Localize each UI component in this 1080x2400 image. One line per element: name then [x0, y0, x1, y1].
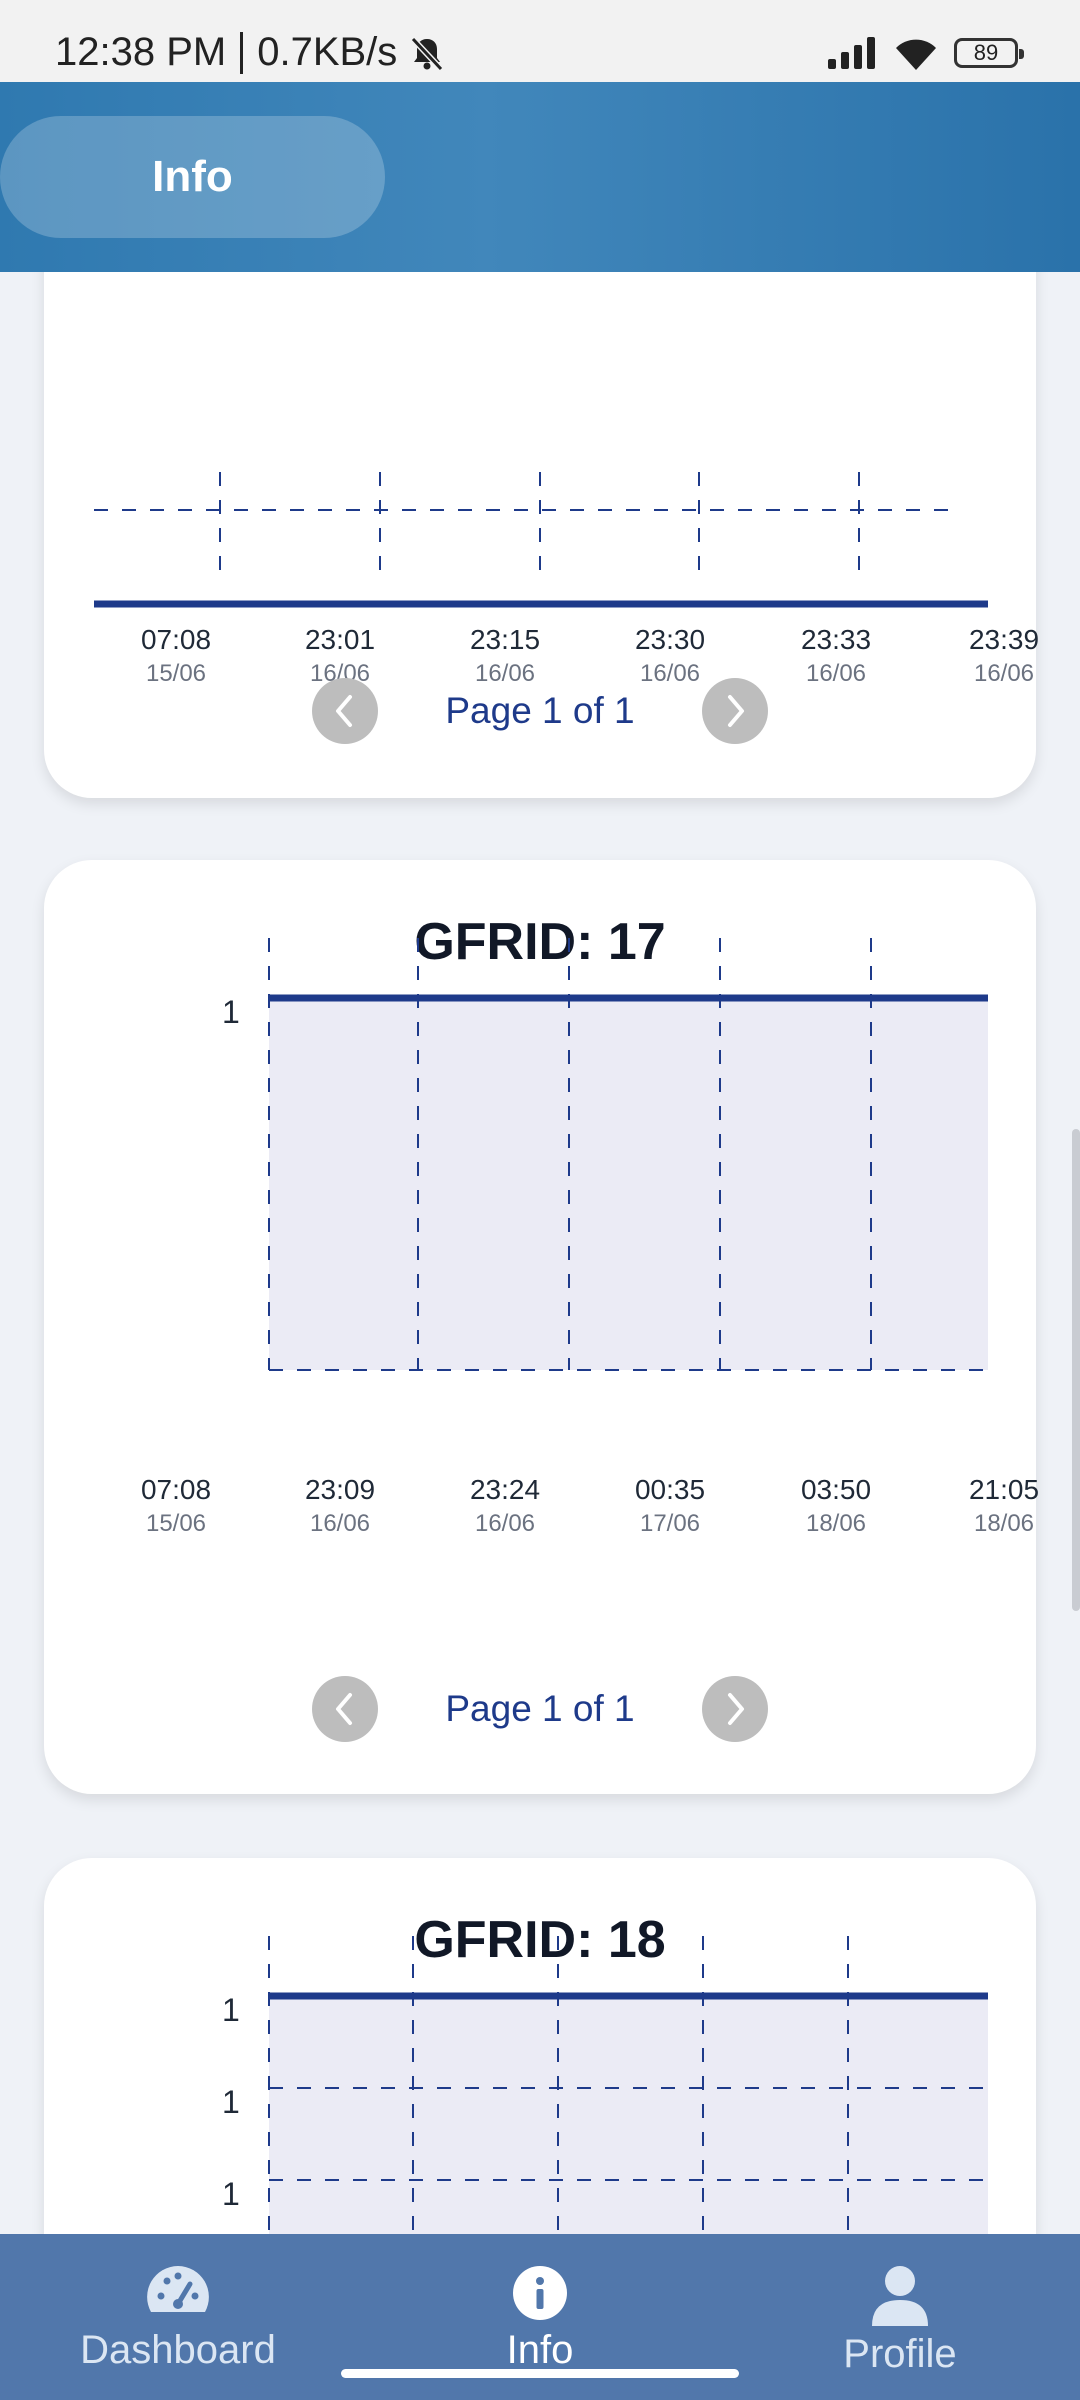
- bell-muted-icon: [411, 36, 444, 71]
- pagination: Page 1 of 1: [44, 1676, 1036, 1742]
- x-tick-time: 07:08: [140, 624, 212, 655]
- nav-item-profile[interactable]: Profile: [750, 2264, 1050, 2377]
- nav-label-profile: Profile: [843, 2332, 957, 2376]
- next-page-button[interactable]: [702, 678, 768, 744]
- x-tick-label: 00:35 17/06: [610, 1474, 730, 1538]
- header-title-pill[interactable]: Info: [0, 116, 385, 238]
- x-tick-date: 15/06: [145, 1510, 207, 1537]
- x-tick-time: 23:01: [304, 624, 376, 655]
- status-bar: 12:38 PM 0.7KB/s 89: [0, 0, 1080, 82]
- signal-icon: [828, 37, 875, 69]
- x-tick-time: 03:50: [800, 1474, 872, 1505]
- x-tick-time: 23:39: [968, 624, 1040, 655]
- app-header: Info: [0, 82, 1080, 272]
- nav-item-dashboard[interactable]: Dashboard: [28, 2264, 328, 2373]
- wifi-icon: [896, 39, 936, 70]
- status-separator: [240, 31, 244, 74]
- x-tick-time: 23:30: [634, 624, 706, 655]
- chart-card-3-plot: [268, 1936, 988, 2234]
- x-tick-label: 23:09 16/06: [280, 1474, 400, 1538]
- chevron-right-icon: [728, 695, 744, 727]
- x-tick-label: 21:05 18/06: [944, 1474, 1064, 1538]
- x-tick-date: 16/06: [309, 1510, 371, 1537]
- x-tick-date: 18/06: [973, 1510, 1035, 1537]
- prev-page-button[interactable]: [312, 678, 378, 744]
- page-indicator: Page 1 of 1: [445, 1688, 635, 1729]
- x-tick-label: 07:08 15/06: [116, 1474, 236, 1538]
- x-tick-date: 16/06: [474, 1510, 536, 1537]
- person-icon: [872, 2266, 928, 2326]
- status-speed: 0.7KB/s: [257, 30, 398, 74]
- chart-card: GFRID: 18 1 1 1: [44, 1858, 1036, 2234]
- chevron-left-icon: [336, 1693, 352, 1725]
- x-tick-time: 21:05: [968, 1474, 1040, 1505]
- prev-page-button[interactable]: [312, 1676, 378, 1742]
- nav-label-dashboard: Dashboard: [80, 2328, 276, 2372]
- x-tick-label: 03:50 18/06: [776, 1474, 896, 1538]
- x-tick-time: 07:08: [140, 1474, 212, 1505]
- gauge-icon: [147, 2266, 209, 2312]
- chevron-right-icon: [728, 1693, 744, 1725]
- status-left: 12:38 PM 0.7KB/s: [55, 30, 447, 75]
- info-icon: [513, 2266, 567, 2320]
- x-tick-time: 00:35: [634, 1474, 706, 1505]
- battery-icon: 89: [954, 38, 1024, 68]
- x-tick-time: 23:24: [469, 1474, 541, 1505]
- chart-card-2-plot: [268, 938, 988, 1371]
- status-time: 12:38 PM: [55, 30, 227, 74]
- status-right: 89: [828, 36, 1024, 70]
- chart-card: 07:08 15/06 23:01 16/06 23:15 16/06 23:30 16/06…: [44, 272, 1039, 798]
- next-page-button[interactable]: [702, 1676, 768, 1742]
- nav-label-info: Info: [506, 2328, 574, 2372]
- pagination: Page 1 of 1: [44, 678, 1036, 744]
- page-title: Info: [152, 152, 233, 201]
- area-fill: [269, 998, 988, 1370]
- x-tick-date: 18/06: [805, 1510, 867, 1537]
- home-indicator[interactable]: [341, 2369, 739, 2378]
- chart-card: GFRID: 17 1 07:08 15/06 23:09 16/06 23:24 16/…: [44, 860, 1039, 1794]
- x-tick-time: 23:15: [469, 624, 541, 655]
- scrollbar-thumb[interactable]: [1072, 1129, 1080, 1611]
- x-tick-time: 23:09: [304, 1474, 376, 1505]
- x-tick-label: 23:24 16/06: [445, 1474, 565, 1538]
- battery-level: 89: [973, 40, 999, 65]
- x-tick-time: 23:33: [800, 624, 872, 655]
- area-fill: [269, 1996, 988, 2234]
- scroll-content[interactable]: 07:08 15/06 23:01 16/06 23:15 16/06 23:30 16/06…: [0, 272, 1080, 2234]
- nav-item-info[interactable]: Info: [390, 2264, 690, 2373]
- page-indicator: Page 1 of 1: [445, 690, 635, 731]
- x-tick-date: 17/06: [639, 1510, 701, 1537]
- chevron-left-icon: [336, 695, 352, 727]
